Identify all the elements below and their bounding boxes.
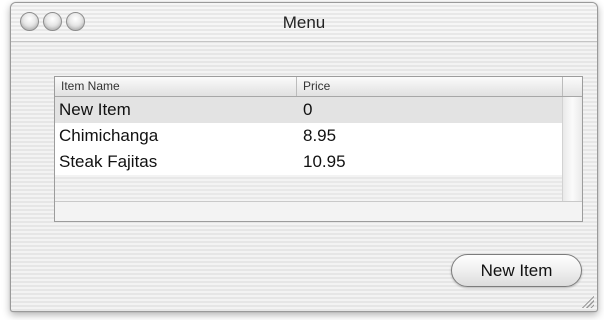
item-name-cell[interactable]: New Item <box>59 97 131 123</box>
price-cell[interactable]: 8.95 <box>303 123 336 149</box>
table-header: Item Name Price <box>55 77 582 97</box>
column-header-item-name[interactable]: Item Name <box>55 77 297 96</box>
new-item-button[interactable]: New Item <box>451 254 582 287</box>
resize-grip-icon[interactable] <box>582 296 594 308</box>
table-row[interactable]: Steak Fajitas 10.95 <box>55 149 564 175</box>
header-corner <box>562 77 582 96</box>
table-row[interactable]: Chimichanga 8.95 <box>55 123 564 149</box>
window-title: Menu <box>282 13 326 32</box>
price-cell[interactable]: 10.95 <box>303 149 346 175</box>
menu-table: Item Name Price New Item 0 Chimichanga 8… <box>54 76 583 222</box>
window-titlebar[interactable]: Menu <box>11 3 597 42</box>
horizontal-scrollbar[interactable] <box>55 201 582 221</box>
column-header-price[interactable]: Price <box>297 77 564 96</box>
table-empty-area <box>55 175 564 203</box>
vertical-scrollbar[interactable] <box>562 97 582 201</box>
item-name-cell[interactable]: Steak Fajitas <box>59 149 157 175</box>
menu-window: Menu Item Name Price New Item 0 Chimicha… <box>10 2 598 312</box>
table-rows: New Item 0 Chimichanga 8.95 Steak Fajita… <box>55 97 564 175</box>
price-cell[interactable]: 0 <box>303 97 312 123</box>
item-name-cell[interactable]: Chimichanga <box>59 123 158 149</box>
table-row[interactable]: New Item 0 <box>55 97 564 123</box>
